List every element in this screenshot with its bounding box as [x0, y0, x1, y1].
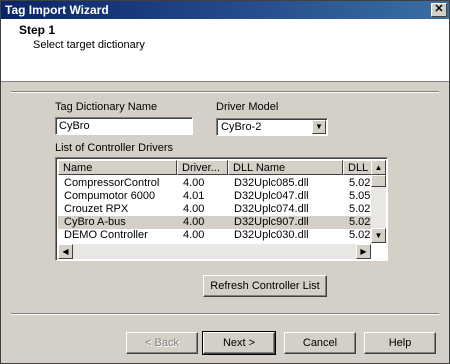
dictionary-name-value: CyBro: [59, 120, 90, 132]
scroll-left-icon[interactable]: ◀: [58, 244, 73, 259]
driver-model-select[interactable]: CyBro-2 ▼: [216, 118, 328, 136]
top-divider: [11, 91, 439, 93]
driver-version: 4.00: [183, 216, 205, 228]
column-header-driver[interactable]: Driver...: [177, 160, 228, 175]
dll-version: 5.02: [349, 177, 371, 189]
controller-drivers-list[interactable]: Name Driver... DLL Name DLL ... Compress…: [55, 157, 388, 261]
dll-version: 5.02: [349, 203, 371, 215]
driver-name: Compumotor 6000: [64, 190, 156, 202]
driver-name: CompressorControl: [64, 177, 160, 189]
chevron-down-icon[interactable]: ▼: [312, 120, 326, 134]
column-header-dll-version[interactable]: DLL ...: [343, 160, 373, 175]
scroll-up-icon[interactable]: ▲: [371, 160, 386, 175]
list-item[interactable]: Compumotor 6000 4.01 D32Uplc047.dll 5.05: [58, 190, 373, 203]
driver-version: 4.00: [183, 203, 205, 215]
scroll-down-icon[interactable]: ▼: [371, 228, 386, 243]
list-item[interactable]: CompressorControl 4.00 D32Uplc085.dll 5.…: [58, 177, 373, 190]
driver-model-value: CyBro-2: [221, 121, 262, 133]
next-button[interactable]: Next >: [202, 331, 276, 355]
driver-name: Crouzet RPX: [64, 203, 129, 215]
dll-version: 5.05: [349, 190, 371, 202]
step-title: Step 1: [19, 23, 56, 37]
horizontal-scrollbar[interactable]: ◀ ▶: [58, 244, 371, 259]
controller-drivers-label: List of Controller Drivers: [55, 142, 173, 154]
driver-version: 4.00: [183, 229, 205, 241]
back-button[interactable]: < Back: [126, 332, 198, 354]
dll-version: 5.02: [349, 216, 371, 228]
column-header-dll-name[interactable]: DLL Name: [228, 160, 343, 175]
bottom-divider: [11, 313, 439, 315]
dll-name: D32Uplc030.dll: [234, 229, 309, 241]
dictionary-name-label: Tag Dictionary Name: [55, 101, 158, 113]
dll-version: 5.02: [349, 229, 371, 241]
dictionary-name-input[interactable]: CyBro: [55, 117, 193, 135]
step-subtitle: Select target dictionary: [33, 39, 145, 51]
driver-name: CyBro A-bus: [64, 216, 126, 228]
column-header-name[interactable]: Name: [58, 160, 177, 175]
dll-name: D32Uplc085.dll: [234, 177, 309, 189]
tag-import-wizard-window: Tag Import Wizard ✕ Step 1 Select target…: [0, 0, 450, 364]
close-button[interactable]: ✕: [431, 3, 447, 17]
dll-name: D32Uplc074.dll: [234, 203, 309, 215]
list-rows: CompressorControl 4.00 D32Uplc085.dll 5.…: [58, 177, 373, 242]
driver-version: 4.01: [183, 190, 205, 202]
vertical-scroll-thumb[interactable]: [371, 175, 386, 187]
driver-name: DEMO Controller: [64, 229, 148, 241]
window-title: Tag Import Wizard: [5, 3, 109, 17]
list-header: Name Driver... DLL Name DLL ...: [58, 160, 373, 175]
dll-name: D32Uplc047.dll: [234, 190, 309, 202]
driver-model-label: Driver Model: [216, 101, 279, 113]
list-item[interactable]: DEMO Controller 4.00 D32Uplc030.dll 5.02: [58, 229, 373, 242]
cancel-button[interactable]: Cancel: [284, 332, 356, 354]
title-bar[interactable]: Tag Import Wizard ✕: [1, 1, 449, 19]
help-button[interactable]: Help: [364, 332, 436, 354]
close-icon: ✕: [434, 3, 444, 15]
refresh-controller-list-button[interactable]: Refresh Controller List: [203, 275, 327, 297]
vertical-scrollbar[interactable]: ▲ ▼: [371, 160, 386, 243]
list-item[interactable]: Crouzet RPX 4.00 D32Uplc074.dll 5.02: [58, 203, 373, 216]
list-item-selected[interactable]: CyBro A-bus 4.00 D32Uplc907.dll 5.02: [58, 216, 373, 229]
driver-version: 4.00: [183, 177, 205, 189]
scroll-right-icon[interactable]: ▶: [356, 244, 371, 259]
dll-name: D32Uplc907.dll: [234, 216, 309, 228]
